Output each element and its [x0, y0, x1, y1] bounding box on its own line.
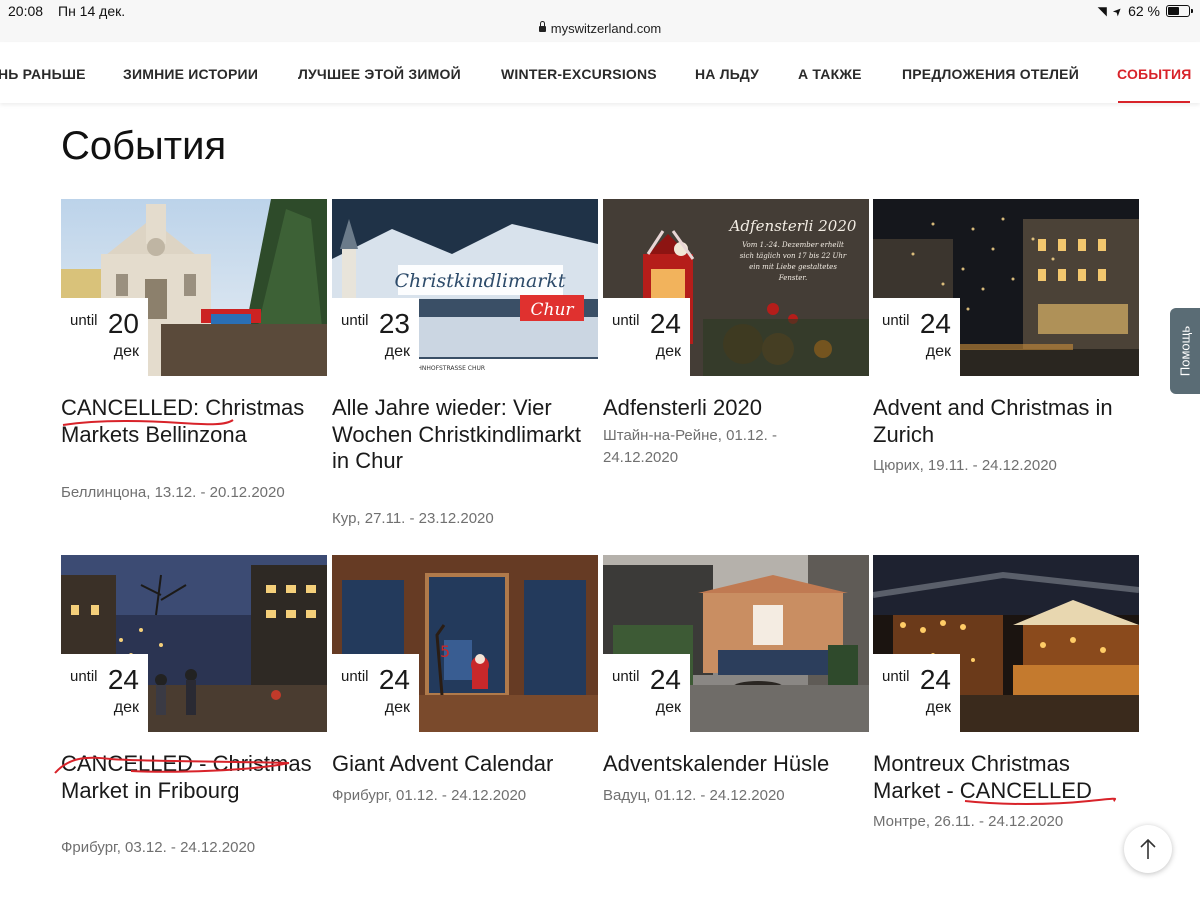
badge-day: 24 [107, 664, 139, 695]
nav-item-hotel-offers[interactable]: ПРЕДЛОЖЕНИЯ ОТЕЛЕЙ [902, 66, 1079, 82]
until-label: until [70, 312, 98, 329]
badge-month: дек [925, 343, 951, 360]
image-line-text: Fenster. [778, 274, 807, 282]
battery-fill [1168, 7, 1179, 15]
event-title[interactable]: Advent and Christmas in Zurich [873, 395, 1135, 448]
date-badge: until 24 дек [61, 654, 148, 732]
nav-item-events[interactable]: СОБЫТИЯ [1117, 66, 1192, 82]
lock-icon [538, 21, 546, 32]
badge-month: дек [113, 699, 139, 716]
badge-day: 24 [649, 664, 681, 695]
badge-day: 23 [378, 308, 410, 339]
event-location-dates: Фрибург, 01.12. - 24.12.2020 [332, 787, 527, 804]
event-card[interactable]: until 24 дек CANCELLED - Christmas Marke… [54, 555, 327, 865]
badge-day: 24 [649, 308, 681, 339]
image-line-text: ein mit Liebe gestaltetes [749, 263, 837, 271]
until-label: until [341, 668, 369, 685]
page-title: События [61, 124, 227, 168]
until-label: until [612, 668, 640, 685]
event-location-dates: Монтре, 26.11. - 24.12.2020 [873, 813, 1064, 830]
underline-scribble [54, 756, 290, 774]
nav-item-best-this-winter[interactable]: ЛУЧШЕЕ ЭТОЙ ЗИМОЙ [298, 66, 461, 82]
event-card[interactable]: until 24 дек Advent and Christmas in Zur… [873, 199, 1139, 479]
date-badge: until 24 дек [873, 298, 960, 376]
badge-day: 24 [919, 664, 951, 695]
badge-day: 24 [378, 664, 410, 695]
location-arrow-icon: ➤ [1110, 3, 1126, 19]
status-bar: 20:08 Пн 14 дек. myswitzerland.com ◥ ➤ 6… [0, 0, 1200, 42]
event-location-dates: Фрибург, 03.12. - 24.12.2020 [61, 839, 256, 856]
badge-month: дек [655, 699, 681, 716]
event-card[interactable]: 5 until 24 дек Giant Advent Calendar Фри… [332, 555, 598, 815]
date-badge: until 24 дек [603, 654, 690, 732]
svg-text:5: 5 [440, 642, 450, 661]
event-title[interactable]: Giant Advent Calendar [332, 751, 594, 778]
event-location-dates: Вадуц, 01.12. - 24.12.2020 [603, 787, 785, 804]
event-title[interactable]: Adventskalender Hüsle [603, 751, 865, 778]
image-line-text: sich täglich von 17 bis 22 Uhr [740, 252, 847, 260]
badge-day: 24 [919, 308, 951, 339]
event-image-husle[interactable]: until 24 дек [603, 555, 869, 732]
image-heading-text: Adfensterli 2020 [728, 217, 857, 235]
wifi-icon: ◥ [1097, 4, 1107, 18]
battery-percent: 62 % [1128, 3, 1160, 19]
event-image-montreux[interactable]: until 24 дек [873, 555, 1139, 732]
date-badge: until 20 дек [61, 298, 148, 376]
nav-item-also[interactable]: А ТАКЖЕ [798, 66, 862, 82]
address-bar[interactable]: myswitzerland.com [0, 21, 1200, 36]
event-image-adfensterli[interactable]: Adfensterli 2020 Vom 1.-24. Dezember erh… [603, 199, 869, 376]
underline-scribble [964, 797, 1117, 805]
top-navigation: НЬ РАНЬШЕ ЗИМНИЕ ИСТОРИИ ЛУЧШЕЕ ЭТОЙ ЗИМ… [0, 43, 1200, 103]
badge-month: дек [113, 343, 139, 360]
event-image-chur[interactable]: Christkindlimarkt Chur R 2020 | BAHNHOFS… [332, 199, 598, 376]
event-location-dates: Цюрих, 19.11. - 24.12.2020 [873, 457, 1057, 474]
image-line-text: Vom 1.-24. Dezember erhellt [742, 241, 844, 249]
nav-item-on-ice[interactable]: НА ЛЬДУ [695, 66, 759, 82]
strikethrough-scribble [62, 419, 234, 426]
event-location-dates: Кур, 27.11. - 23.12.2020 [332, 510, 494, 527]
date-badge: until 24 дек [603, 298, 690, 376]
event-image-fribourg-market[interactable]: until 24 дек [61, 555, 327, 732]
event-card[interactable]: until 24 дек Adventskalender Hüsle Вадуц… [603, 555, 869, 815]
nav-item-winter-stories[interactable]: ЗИМНИЕ ИСТОРИИ [123, 66, 258, 82]
status-time: 20:08 [8, 3, 44, 19]
url-text: myswitzerland.com [550, 21, 662, 36]
nav-item-earlier[interactable]: НЬ РАНЬШЕ [0, 66, 86, 82]
until-label: until [341, 312, 369, 329]
event-location-dates: Беллинцона, 13.12. - 20.12.2020 [61, 484, 285, 501]
help-tab[interactable]: Помощь [1170, 308, 1200, 394]
scroll-to-top-button[interactable] [1124, 825, 1172, 873]
event-card[interactable]: Christkindlimarkt Chur R 2020 | BAHNHOFS… [332, 199, 598, 529]
date-badge: until 24 дек [873, 654, 960, 732]
event-card[interactable]: until 24 дек Montreux Christmas Market -… [873, 555, 1139, 840]
until-label: until [70, 668, 98, 685]
until-label: until [612, 312, 640, 329]
date-badge: until 24 дек [332, 654, 419, 732]
image-banner-text: Christkindlimarkt [394, 270, 565, 292]
event-image-zurich[interactable]: until 24 дек [873, 199, 1139, 376]
arrow-up-icon [1140, 838, 1156, 859]
help-label: Помощь [1177, 325, 1193, 377]
event-card[interactable]: Adfensterli 2020 Vom 1.-24. Dezember erh… [603, 199, 869, 479]
until-label: until [882, 312, 910, 329]
badge-month: дек [384, 699, 410, 716]
nav-item-winter-excursions[interactable]: WINTER-EXCURSIONS [501, 66, 657, 82]
event-image-bellinzona[interactable]: until 20 дек [61, 199, 327, 376]
date-badge: until 23 дек [332, 298, 419, 376]
status-date: Пн 14 дек. [58, 3, 126, 19]
event-card[interactable]: until 20 дек CANCELLED: Christmas Market… [61, 199, 327, 519]
badge-day: 20 [107, 308, 139, 339]
image-sub-text: Chur [530, 300, 574, 320]
badge-month: дек [384, 343, 410, 360]
event-image-advent-calendar[interactable]: 5 until 24 дек [332, 555, 598, 732]
active-tab-indicator [1118, 101, 1190, 103]
badge-month: дек [925, 699, 951, 716]
badge-month: дек [655, 343, 681, 360]
event-title[interactable]: Adfensterli 2020 [603, 395, 865, 422]
event-location-dates: Штайн-на-Рейне, 01.12. - 24.12.2020 [603, 427, 777, 466]
until-label: until [882, 668, 910, 685]
event-title[interactable]: Alle Jahre wieder: Vier Wochen Christkin… [332, 395, 594, 475]
battery-icon [1166, 5, 1193, 17]
